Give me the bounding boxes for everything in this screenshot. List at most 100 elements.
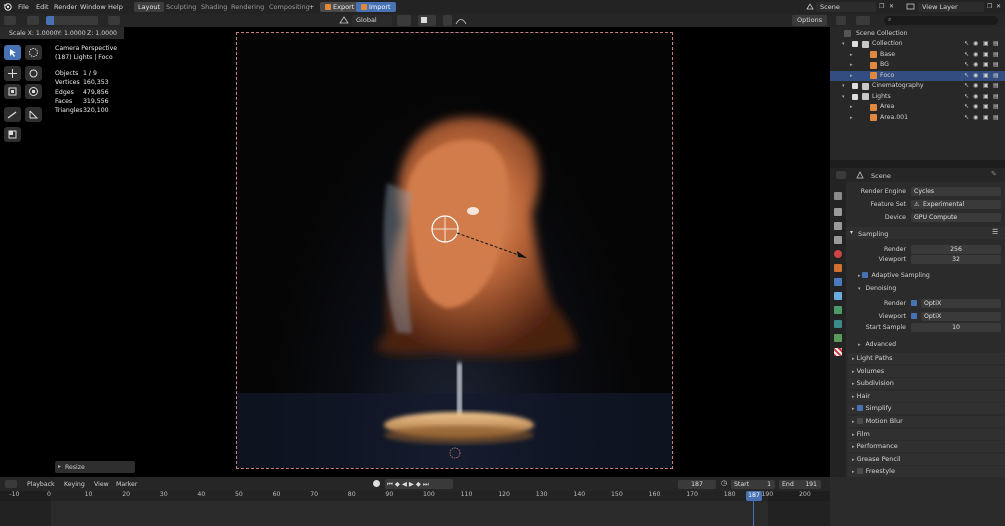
object-mode-icon[interactable] (108, 16, 120, 25)
jump-start-icon[interactable]: ⏮ (387, 480, 395, 488)
outliner-row-area[interactable]: ▸ Area ↖ ◉ ▣ ▤ (830, 102, 1005, 112)
tool-tab-icon[interactable] (834, 192, 842, 200)
current-frame-field[interactable]: 187 (678, 479, 716, 489)
options-dropdown[interactable]: Options (792, 15, 828, 26)
menu-file[interactable]: File (18, 3, 29, 11)
view-layer-close-icon[interactable]: ✕ (996, 3, 1001, 10)
expand-arrow-icon[interactable]: ▾ (842, 81, 845, 91)
editor-type-icon[interactable] (4, 16, 16, 25)
viewport-samples-field[interactable]: 32 (911, 255, 1001, 264)
measure-tool[interactable] (25, 107, 42, 122)
outliner-editor-type-icon[interactable] (836, 16, 846, 25)
snap-icon[interactable] (418, 15, 436, 26)
play-reverse-icon[interactable]: ◀ (402, 480, 409, 488)
view-layer-icon[interactable] (906, 2, 915, 11)
timeline-menu-playback[interactable]: Playback (27, 481, 55, 488)
panel-simplify[interactable]: ▸ Simplify (848, 403, 1005, 415)
pivot-point-icon[interactable] (397, 15, 411, 26)
denoise-viewport-checkbox[interactable] (911, 313, 917, 319)
panel-checkbox[interactable] (856, 418, 863, 424)
select-arrow-icon[interactable]: ↖ (964, 50, 969, 60)
playhead-indicator[interactable]: 187 (746, 491, 762, 501)
visibility-eye-icon[interactable]: ◉ (973, 60, 978, 70)
outliner-row-bg[interactable]: ▸ BG ↖ ◉ ▣ ▤ (830, 60, 1005, 70)
selection-mode-buttons[interactable] (46, 16, 98, 25)
denoise-render-dropdown[interactable]: OptiX (921, 299, 1001, 308)
pin-icon[interactable]: ✎ (991, 170, 997, 178)
texture-tab-icon[interactable] (834, 348, 842, 356)
viewport-display-icon[interactable]: ▣ (983, 92, 989, 102)
last-operator-panel[interactable]: ▸ Resize (55, 461, 135, 473)
blender-logo-icon[interactable] (3, 2, 12, 11)
viewport-display-icon[interactable]: ▣ (983, 81, 989, 91)
scene-copy-icon[interactable]: ❐ (879, 3, 884, 10)
viewport-display-icon[interactable]: ▣ (983, 71, 989, 81)
panel-motion-blur[interactable]: ▸ Motion Blur (848, 416, 1005, 427)
physics-tab-icon[interactable] (834, 306, 842, 314)
outliner-row-foco[interactable]: ▸ Foco ↖ ◉ ▣ ▤ (830, 70, 1005, 81)
proportional-edit-icon[interactable] (443, 15, 452, 26)
move-tool[interactable] (4, 66, 21, 81)
outliner-search-input[interactable]: ⌕ (884, 16, 998, 25)
select-arrow-icon[interactable]: ↖ (964, 39, 969, 49)
transform-orientation-icon[interactable] (338, 15, 350, 26)
visibility-eye-icon[interactable]: ◉ (973, 92, 978, 102)
render-camera-icon[interactable]: ▤ (993, 113, 999, 123)
device-dropdown[interactable]: GPU Compute (911, 213, 1001, 222)
outliner-row-scene-collection[interactable]: Scene Collection (830, 29, 1005, 39)
sampling-panel-header[interactable]: ▾ Sampling ☰ (846, 227, 1005, 239)
play-icon[interactable]: ▶ (409, 480, 416, 488)
display-mode-icon[interactable] (856, 16, 870, 25)
feature-set-dropdown[interactable]: ⚠ Experimental (911, 200, 1001, 209)
outliner-row-area-001[interactable]: ▸ Area.001 ↖ ◉ ▣ ▤ (830, 113, 1005, 123)
rotate-tool[interactable] (25, 66, 42, 81)
render-camera-icon[interactable]: ▤ (993, 39, 999, 49)
panel-volumes[interactable]: ▸ Volumes (848, 365, 1005, 377)
end-frame-field[interactable]: End 191 (779, 479, 821, 489)
select-arrow-icon[interactable]: ↖ (964, 60, 969, 70)
render-camera-icon[interactable]: ▤ (993, 92, 999, 102)
start-sample-field[interactable]: 10 (911, 323, 1001, 332)
panel-subdivision[interactable]: ▸ Subdivision (848, 378, 1005, 390)
outliner-row-collection[interactable]: ▾ Collection ↖ ◉ ▣ ▤ (830, 39, 1005, 49)
expand-arrow-icon[interactable]: ▾ (842, 39, 845, 49)
tab-sculpting[interactable]: Sculpting (162, 2, 200, 12)
output-tab-icon[interactable] (834, 222, 842, 230)
import-button[interactable]: Import (356, 2, 396, 12)
jump-end-icon[interactable]: ⏭ (423, 480, 431, 488)
select-arrow-icon[interactable]: ↖ (964, 71, 969, 81)
exclude-checkbox[interactable] (852, 93, 858, 100)
object-tab-icon[interactable] (834, 278, 842, 286)
denoise-viewport-dropdown[interactable]: OptiX (921, 312, 1001, 321)
export-button[interactable]: Export (320, 2, 360, 12)
next-keyframe-icon[interactable]: ◆ (416, 480, 423, 488)
menu-help[interactable]: Help (108, 3, 123, 11)
select-arrow-icon[interactable]: ↖ (964, 113, 969, 123)
falloff-icon[interactable] (455, 15, 467, 26)
tab-rendering[interactable]: Rendering (227, 2, 268, 12)
panel-film[interactable]: ▸ Film (848, 428, 1005, 440)
exclude-checkbox[interactable] (852, 83, 858, 89)
visibility-eye-icon[interactable]: ◉ (973, 113, 978, 123)
record-icon[interactable] (373, 480, 380, 487)
visibility-eye-icon[interactable]: ◉ (973, 50, 978, 60)
select-arrow-icon[interactable]: ↖ (964, 102, 969, 112)
denoise-render-checkbox[interactable] (911, 300, 917, 306)
playback-controls[interactable]: ⏮◆◀▶◆⏭ (385, 479, 453, 489)
transform-tool[interactable] (25, 84, 42, 99)
expand-arrow-icon[interactable]: ▾ (842, 92, 845, 102)
render-engine-dropdown[interactable]: Cycles (911, 187, 1001, 196)
adaptive-sampling-checkbox[interactable] (862, 272, 869, 278)
timeline-menu-marker[interactable]: Marker (116, 481, 137, 488)
panel-checkbox[interactable] (856, 468, 863, 475)
add-workspace-button[interactable]: + (305, 2, 318, 12)
add-object-tool[interactable] (4, 127, 21, 142)
scene-tab-icon[interactable] (834, 250, 842, 258)
outliner-row-base[interactable]: ▸ Base ↖ ◉ ▣ ▤ (830, 50, 1005, 60)
menu-render[interactable]: Render (54, 3, 77, 11)
outliner-row-lights[interactable]: ▾ Lights ↖ ◉ ▣ ▤ (830, 92, 1005, 102)
menu-window[interactable]: Window (80, 3, 106, 11)
render-camera-icon[interactable]: ▤ (993, 60, 999, 70)
properties-editor-type-icon[interactable] (836, 171, 846, 179)
modifier-tab-icon[interactable] (834, 292, 842, 300)
